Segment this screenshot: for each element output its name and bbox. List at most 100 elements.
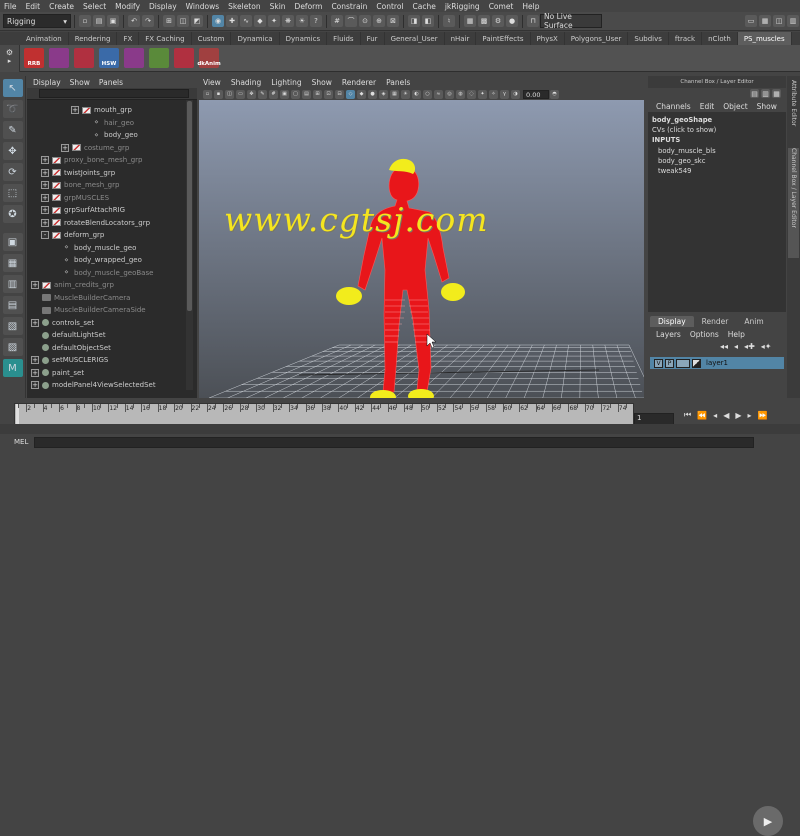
ipr-render-icon[interactable]: ▩ (478, 15, 490, 27)
layer-display-type-toggle[interactable] (676, 358, 690, 368)
menu-control[interactable]: Control (376, 2, 403, 11)
outliner-search-input[interactable] (39, 89, 189, 98)
select-hierarchy-icon[interactable]: ⊞ (163, 15, 175, 27)
outliner-row[interactable]: ⋄ body_muscle_geoBase (51, 267, 153, 279)
wireframe-on-shaded-icon[interactable]: ◈ (379, 89, 388, 99)
snap-point-icon[interactable]: ⊙ (359, 15, 371, 27)
expand-plus-icon[interactable]: + (31, 281, 39, 289)
outliner-row[interactable]: + bone_mesh_grp (41, 179, 119, 191)
mask-deform-icon[interactable]: ✦ (268, 15, 280, 27)
mask-render-icon[interactable]: ☀ (296, 15, 308, 27)
gate-mask-icon[interactable]: ▤ (302, 89, 311, 99)
shelf-tab-fluids[interactable]: Fluids (327, 32, 361, 45)
default-material-icon[interactable]: ● (368, 89, 377, 99)
shelf-tab-fur[interactable]: Fur (361, 32, 385, 45)
bookmark-icon[interactable]: ◫ (225, 89, 234, 99)
outliner-row[interactable]: + paint_set (31, 367, 84, 379)
channel-box-menu-show[interactable]: Show (757, 102, 777, 111)
image-plane-icon[interactable]: ▭ (236, 89, 245, 99)
step-back-frame-icon[interactable]: ◂ (713, 411, 717, 420)
outliner-row[interactable]: + anim_credits_grp (31, 279, 114, 291)
save-icon[interactable]: ▣ (107, 15, 119, 27)
outliner-row[interactable]: + grpMUSCLES (41, 192, 109, 204)
shelf-tab-general-user[interactable]: General_User (385, 32, 445, 45)
go-to-start-icon[interactable]: ⏮ (684, 410, 691, 420)
camera-select-icon[interactable]: ▫ (203, 89, 212, 99)
shelf-button-8-icon[interactable]: dkAnim (197, 48, 221, 68)
gamma-icon[interactable]: γ (500, 89, 509, 99)
layer-row[interactable]: V P layer1 (650, 357, 784, 369)
two-d-pan-icon[interactable]: ✥ (247, 89, 256, 99)
shelf-tab-animation[interactable]: Animation (20, 32, 69, 45)
safe-title-icon[interactable]: ⊟ (335, 89, 344, 99)
film-gate-icon[interactable]: ▣ (280, 89, 289, 99)
channel-box-menu-edit[interactable]: Edit (700, 102, 715, 111)
hypershade-icon[interactable]: ● (506, 15, 518, 27)
viewport-3d-view[interactable] (199, 100, 655, 404)
smooth-shade-icon[interactable]: ◆ (357, 89, 366, 99)
menu-select[interactable]: Select (83, 2, 106, 11)
paint-select-tool-icon[interactable]: ✎ (2, 121, 23, 139)
shadows-icon[interactable]: ◐ (412, 89, 421, 99)
channel-box-layer-editor-tab[interactable]: Channel Box / Layer Editor (788, 148, 799, 258)
expand-plus-icon[interactable]: + (31, 368, 39, 377)
expand-plus-icon[interactable]: + (31, 318, 39, 327)
outliner-row[interactable]: + setMUSCLERIGS (31, 354, 108, 366)
textured-icon[interactable]: ▦ (390, 89, 399, 99)
use-all-lights-icon[interactable]: ☀ (401, 89, 410, 99)
layout-two-pane-icon[interactable]: ▥ (2, 275, 23, 293)
input-node[interactable]: body_muscle_bls (658, 147, 716, 155)
outliner-row[interactable]: + rotateBlendLocators_grp (41, 217, 150, 229)
menu-windows[interactable]: Windows (186, 2, 219, 11)
layer-tab-render[interactable]: Render (694, 316, 737, 327)
expand-plus-icon[interactable]: + (31, 356, 39, 364)
layer-menu-options[interactable]: Options (690, 330, 719, 339)
new-empty-layer-icon[interactable]: ◂✚ (744, 342, 755, 351)
mask-surface-icon[interactable]: ◆ (254, 15, 266, 27)
shelf-button-4-icon[interactable]: HSW (99, 48, 119, 68)
command-language-label[interactable]: MEL (14, 438, 28, 446)
step-back-key-icon[interactable]: ⏪ (697, 411, 707, 420)
layer-playback-toggle[interactable]: P (665, 358, 674, 368)
shelf-tab-dynamica[interactable]: Dynamica (231, 32, 280, 45)
select-mask-icon[interactable]: ◉ (212, 15, 224, 27)
exposure-field[interactable]: 0.00 (523, 89, 549, 99)
outliner-row[interactable]: MuscleBuilderCameraSide (31, 304, 146, 316)
move-layer-down-icon[interactable]: ◂ (734, 342, 738, 351)
viewport-menu-panels[interactable]: Panels (386, 78, 410, 87)
select-tool-icon[interactable]: ↖ (2, 79, 23, 97)
shelf-button-6-icon[interactable] (149, 48, 169, 68)
outliner-row[interactable]: ⋄ body_geo (81, 129, 138, 141)
expand-plus-icon[interactable]: + (41, 218, 49, 227)
command-input[interactable] (34, 436, 755, 448)
isolate-select-icon[interactable]: ◍ (456, 89, 465, 99)
shelf-button-1-icon[interactable]: RRB (24, 48, 44, 68)
layout-outliner-pane-icon[interactable]: ▤ (2, 296, 23, 314)
cb-show-layer-editor-icon[interactable]: ▥ (761, 89, 770, 98)
menu-cache[interactable]: Cache (413, 2, 436, 11)
step-forward-key-icon[interactable]: ⏩ (758, 411, 768, 420)
cb-show-channel-box-icon[interactable]: ▤ (750, 89, 759, 98)
render-settings-icon[interactable]: ⚙ (492, 15, 504, 27)
channel-box-menu-object[interactable]: Object (723, 102, 747, 111)
outliner-row[interactable]: + proxy_bone_mesh_grp (41, 154, 142, 166)
shelf-tab-nhair[interactable]: nHair (445, 32, 477, 45)
anti-alias-icon[interactable]: ◎ (445, 89, 454, 99)
menu-skin[interactable]: Skin (270, 2, 286, 11)
step-forward-frame-icon[interactable]: ▸ (748, 411, 752, 420)
layer-visibility-toggle[interactable]: V (654, 358, 663, 368)
mask-dynamic-icon[interactable]: ❋ (282, 15, 294, 27)
move-tool-icon[interactable]: ✥ (2, 142, 23, 160)
shelf-gear-icon[interactable]: ⚙ (0, 48, 19, 57)
outliner-menu-display[interactable]: Display (33, 78, 61, 87)
panel-layout-single-icon[interactable]: ▭ (745, 15, 757, 27)
menu-file[interactable]: File (4, 2, 17, 11)
outliner-row[interactable]: ⋄ hair_geo (81, 117, 134, 129)
viewport-menu-view[interactable]: View (203, 78, 221, 87)
shelf-tab-polygons-user[interactable]: Polygons_User (565, 32, 629, 45)
redo-icon[interactable]: ↷ (142, 15, 154, 27)
outliner-row[interactable]: + twistJoints_grp (41, 167, 115, 179)
expand-plus-icon[interactable]: + (41, 181, 49, 189)
shelf-tab-ncloth[interactable]: nCloth (702, 32, 738, 45)
collapse-minus-icon[interactable]: - (41, 231, 49, 239)
